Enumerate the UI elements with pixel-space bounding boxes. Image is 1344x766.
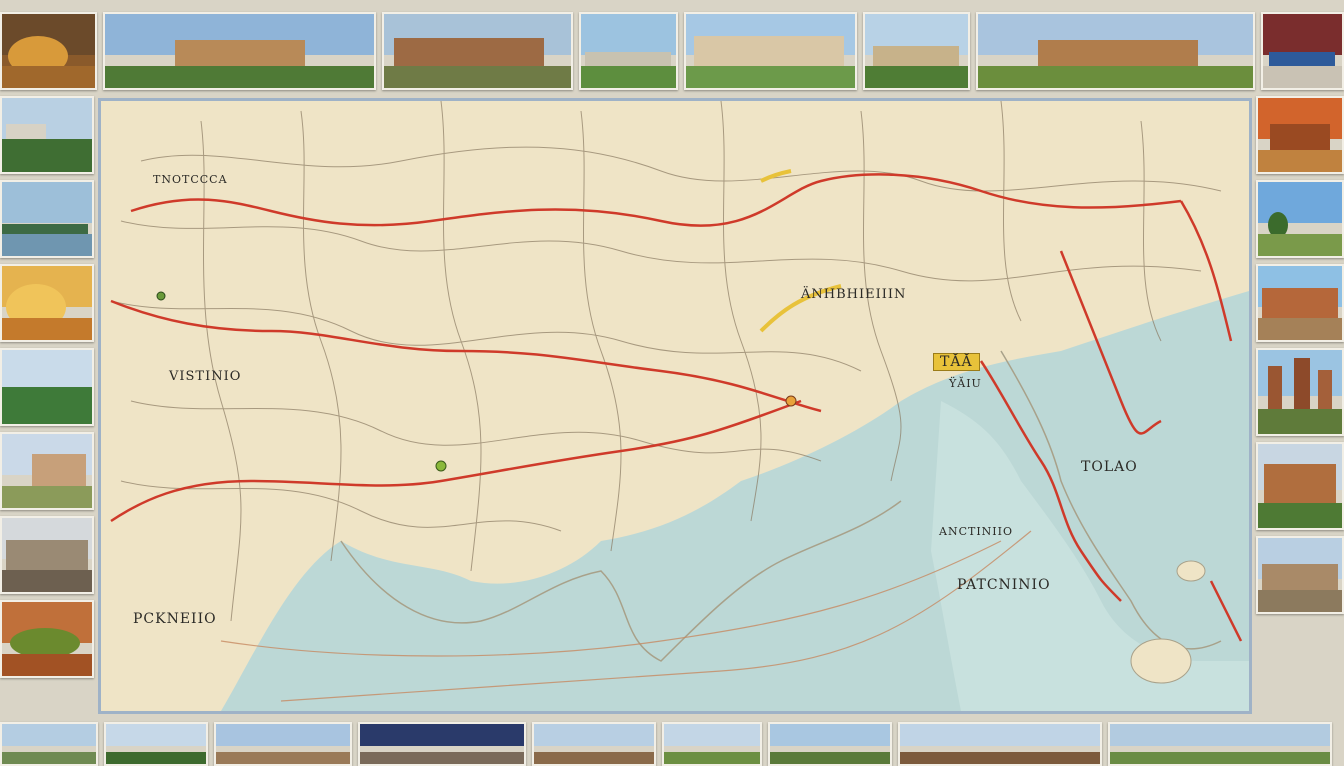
columned-temple-photo xyxy=(684,12,857,90)
dish-photo xyxy=(0,600,94,678)
city-pin xyxy=(786,396,796,406)
island-small xyxy=(1177,561,1205,581)
forest-photo xyxy=(0,96,94,174)
west-label: VISTINIO xyxy=(169,369,241,384)
region-north-label: ÄNHBHIEIIIN xyxy=(801,287,906,302)
towers-photo xyxy=(1256,348,1344,436)
top-photo-strip xyxy=(0,12,1344,90)
green-hills-photo xyxy=(579,12,678,90)
city-pin xyxy=(436,461,446,471)
island xyxy=(1131,639,1191,683)
sea-label: ANCTINIIO xyxy=(939,525,1013,538)
ruins-photo xyxy=(1256,536,1344,614)
pagoda-photo xyxy=(898,722,1102,766)
south-label: PATCNINIO xyxy=(957,577,1051,593)
route-map[interactable]: TNOTCCCA ÄNHBHIEIIIN TĂĂ ŸĂIU VISTINIO P… xyxy=(98,98,1252,714)
mountain-hall-photo xyxy=(103,12,375,90)
palace-photo xyxy=(1256,442,1344,530)
green-hill-photo xyxy=(0,348,94,426)
ship-photo xyxy=(358,722,526,766)
brick-house-photo xyxy=(1256,264,1344,342)
bottom-photo-strip xyxy=(0,722,1344,762)
pin-label: ŸĂIU xyxy=(949,377,982,390)
villa-photo xyxy=(214,722,352,766)
pyramid-hall-photo xyxy=(382,12,573,90)
east-label: TOLAO xyxy=(1081,459,1138,475)
map-canvas xyxy=(101,101,1249,711)
desert-ruins-photo xyxy=(1256,96,1344,174)
harbor-photo xyxy=(1261,12,1344,90)
roof-photo xyxy=(532,722,656,766)
building-photo xyxy=(0,432,94,510)
left-photo-strip xyxy=(0,96,94,678)
mountain-photo xyxy=(768,722,892,766)
food-photo xyxy=(0,12,97,90)
center-badge[interactable]: TĂĂ xyxy=(933,353,980,371)
city-pin xyxy=(157,292,165,300)
tree-photo xyxy=(1256,180,1344,258)
cypress-photo xyxy=(104,722,208,766)
greenhouse-photo xyxy=(863,12,970,90)
southwest-label: PCKNEIIO xyxy=(133,611,217,627)
coast-photo xyxy=(0,722,98,766)
shrine-photo xyxy=(662,722,762,766)
right-photo-strip xyxy=(1256,96,1344,614)
pavilion-photo xyxy=(976,12,1254,90)
north-small-label: TNOTCCCA xyxy=(153,173,228,186)
city-photo xyxy=(0,516,94,594)
lake-photo xyxy=(0,180,94,258)
valley-photo xyxy=(1108,722,1332,766)
food-plate-photo xyxy=(0,264,94,342)
